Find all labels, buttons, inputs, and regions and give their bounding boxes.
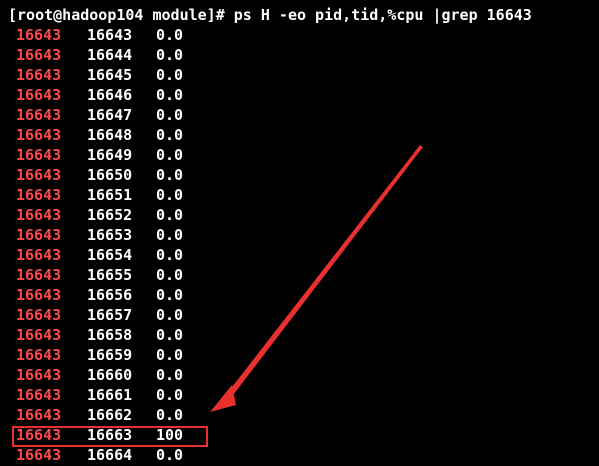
pid-cell: 16643: [16, 66, 62, 84]
tid-cell: 16651: [87, 186, 133, 204]
cpu-cell: 0.0: [156, 166, 184, 184]
pid-cell: 16643: [16, 126, 62, 144]
tid-cell: 16664: [87, 446, 133, 464]
process-row: 16643 16655 0.0: [16, 265, 596, 285]
pid-cell: 16643: [16, 306, 62, 324]
pid-cell: 16643: [16, 366, 62, 384]
tid-cell: 16652: [87, 206, 133, 224]
process-row: 16643 16661 0.0: [16, 385, 596, 405]
pid-cell: 16643: [16, 246, 62, 264]
tid-cell: 16660: [87, 366, 133, 384]
pid-cell: 16643: [16, 266, 62, 284]
pid-cell: 16643: [16, 206, 62, 224]
pid-cell: 16643: [16, 426, 62, 444]
pid-cell: 16643: [16, 26, 62, 44]
process-row: 16643 16647 0.0: [16, 105, 596, 125]
cpu-cell: 0.0: [156, 46, 184, 64]
tid-cell: 16654: [87, 246, 133, 264]
terminal-window[interactable]: 16 16643 16 10 0.0 0.0 0.0 1000 1000 0.0…: [0, 0, 599, 466]
tid-cell: 16662: [87, 406, 133, 424]
pid-cell: 16643: [16, 46, 62, 64]
process-row: 16643 16660 0.0: [16, 365, 596, 385]
process-row: 16643 16648 0.0: [16, 125, 596, 145]
process-row: 16643 16663 100: [16, 425, 596, 445]
cpu-cell: 0.0: [156, 206, 184, 224]
cpu-cell: 0.0: [156, 266, 184, 284]
process-row: 16643 16656 0.0: [16, 285, 596, 305]
cpu-cell: 0.0: [156, 326, 184, 344]
cpu-cell: 0.0: [156, 146, 184, 164]
pid-cell: 16643: [16, 226, 62, 244]
scrolled-previous-output: 16 16643 16 10 0.0 0.0 0.0 1000 1000 0.0…: [8, 0, 599, 2]
pid-cell: 16643: [16, 106, 62, 124]
command-prompt-line: [root@hadoop104 module]# ps H -eo pid,ti…: [8, 6, 532, 24]
tid-cell: 16646: [87, 86, 133, 104]
tid-cell: 16649: [87, 146, 133, 164]
cpu-cell: 0.0: [156, 106, 184, 124]
process-row: 16643 16659 0.0: [16, 345, 596, 365]
cpu-cell: 0.0: [156, 226, 184, 244]
cpu-cell: 0.0: [156, 406, 184, 424]
pid-cell: 16643: [16, 406, 62, 424]
tid-cell: 16653: [87, 226, 133, 244]
process-row: 16643 16662 0.0: [16, 405, 596, 425]
pid-cell: 16643: [16, 386, 62, 404]
tid-cell: 16648: [87, 126, 133, 144]
tid-cell: 16644: [87, 46, 133, 64]
process-row: 16643 16653 0.0: [16, 225, 596, 245]
cpu-cell: 0.0: [156, 386, 184, 404]
process-row: 16643 16650 0.0: [16, 165, 596, 185]
cpu-cell: 0.0: [156, 366, 184, 384]
tid-cell: 16643: [87, 26, 133, 44]
cpu-cell: 0.0: [156, 286, 184, 304]
tid-cell: 16661: [87, 386, 133, 404]
pid-cell: 16643: [16, 286, 62, 304]
tid-cell: 16663: [87, 426, 133, 444]
process-row: 16643 16654 0.0: [16, 245, 596, 265]
pid-cell: 16643: [16, 166, 62, 184]
command-output: 16643 16643 0.0 16643 16644 0.0 16643 16645 0.0 1…: [16, 25, 596, 465]
pid-cell: 16643: [16, 86, 62, 104]
pid-cell: 16643: [16, 346, 62, 364]
cpu-cell: 0.0: [156, 66, 184, 84]
cpu-cell: 0.0: [156, 126, 184, 144]
cpu-cell: 0.0: [156, 346, 184, 364]
pid-cell: 16643: [16, 146, 62, 164]
process-row: 16643 16645 0.0: [16, 65, 596, 85]
tid-cell: 16658: [87, 326, 133, 344]
tid-cell: 16656: [87, 286, 133, 304]
process-row: 16643 16651 0.0: [16, 185, 596, 205]
tid-cell: 16659: [87, 346, 133, 364]
cpu-cell: 0.0: [156, 26, 184, 44]
tid-cell: 16657: [87, 306, 133, 324]
cpu-cell: 0.0: [156, 446, 184, 464]
process-row: 16643 16657 0.0: [16, 305, 596, 325]
pid-cell: 16643: [16, 326, 62, 344]
cpu-cell: 100: [156, 426, 184, 444]
process-row: 16643 16643 0.0: [16, 25, 596, 45]
pid-cell: 16643: [16, 446, 62, 464]
tid-cell: 16647: [87, 106, 133, 124]
tid-cell: 16645: [87, 66, 133, 84]
process-row: 16643 16658 0.0: [16, 325, 596, 345]
process-row: 16643 16644 0.0: [16, 45, 596, 65]
cpu-cell: 0.0: [156, 186, 184, 204]
cpu-cell: 0.0: [156, 306, 184, 324]
cpu-cell: 0.0: [156, 246, 184, 264]
process-row: 16643 16664 0.0: [16, 445, 596, 465]
process-row: 16643 16652 0.0: [16, 205, 596, 225]
cpu-cell: 0.0: [156, 86, 184, 104]
pid-cell: 16643: [16, 186, 62, 204]
tid-cell: 16650: [87, 166, 133, 184]
process-row: 16643 16649 0.0: [16, 145, 596, 165]
process-row: 16643 16646 0.0: [16, 85, 596, 105]
tid-cell: 16655: [87, 266, 133, 284]
